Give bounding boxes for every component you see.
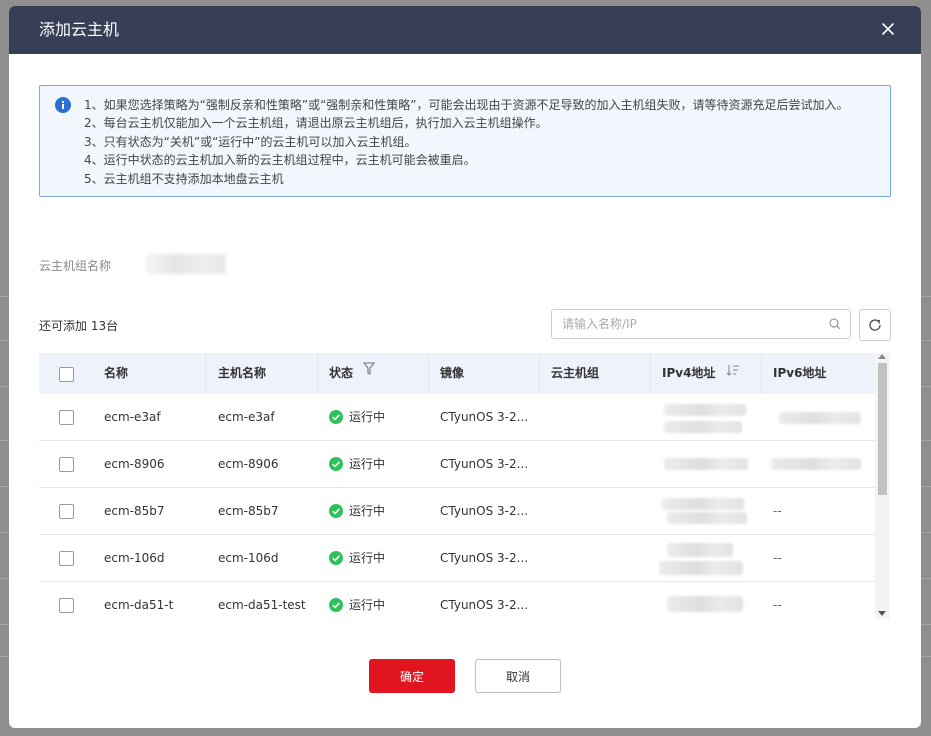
cell-ipv6: -- <box>773 504 782 518</box>
table-row[interactable]: ecm-8906 ecm-8906 运行中 CTyunOS 3-2... <box>39 441 875 488</box>
notice-line: 5、云主机组不支持添加本地盘云主机 <box>84 171 284 186</box>
dialog-header: 添加云主机 <box>9 6 921 54</box>
status-text: 运行中 <box>349 504 386 518</box>
cell-image: CTyunOS 3-2... <box>440 457 529 471</box>
cancel-button[interactable]: 取消 <box>475 659 561 693</box>
row-checkbox[interactable] <box>59 504 74 519</box>
ipv4-redacted <box>664 421 742 433</box>
search-icon[interactable] <box>829 318 841 330</box>
table-row[interactable]: ecm-85b7 ecm-85b7 运行中 CTyunOS 3-2... -- <box>39 488 875 535</box>
group-name-label: 云主机组名称 <box>39 259 112 273</box>
cell-image: CTyunOS 3-2... <box>440 598 529 612</box>
dialog-title: 添加云主机 <box>39 20 120 39</box>
ipv6-redacted <box>779 412 861 424</box>
cell-hostname: ecm-e3af <box>218 410 275 424</box>
ipv4-redacted <box>664 458 748 470</box>
cell-name: ecm-85b7 <box>104 504 165 518</box>
table-row[interactable]: ecm-da51-t ecm-da51-test 运行中 CTyunOS 3-2… <box>39 582 875 619</box>
group-name-value-redacted <box>146 254 226 274</box>
filter-icon[interactable] <box>363 353 376 393</box>
running-status-icon <box>329 550 343 565</box>
notice-line: 4、运行中状态的云主机加入新的云主机组过程中，云主机可能会被重启。 <box>84 153 476 168</box>
status-text: 运行中 <box>349 457 386 471</box>
column-hostname: 主机名称 <box>218 366 267 380</box>
notice-list: 1、如果您选择策略为“强制反亲和性策略”或“强制亲和性策略”，可能会出现由于资源… <box>84 96 849 188</box>
info-icon <box>55 97 71 113</box>
column-status: 状态 <box>329 353 376 394</box>
column-ipv6: IPv6地址 <box>773 366 827 380</box>
status-text: 运行中 <box>349 410 386 424</box>
sort-icon[interactable] <box>726 353 740 393</box>
ipv4-redacted <box>659 561 743 575</box>
row-checkbox[interactable] <box>59 457 74 472</box>
cell-image: CTyunOS 3-2... <box>440 504 529 518</box>
remaining-count: 还可添加 13台 <box>39 319 119 333</box>
table-scrollbar[interactable] <box>875 353 890 619</box>
cell-status: 运行中 <box>329 582 385 619</box>
status-text: 运行中 <box>349 598 386 612</box>
column-name: 名称 <box>104 366 129 380</box>
instance-table: 名称 主机名称 状态 镜像 云主机组 IPv4地址 IPv6地址 ecm-e3a… <box>39 353 890 619</box>
refresh-icon <box>869 319 881 331</box>
row-checkbox[interactable] <box>59 598 74 613</box>
cell-status: 运行中 <box>329 535 385 581</box>
ipv4-redacted <box>667 512 747 524</box>
row-checkbox[interactable] <box>59 551 74 566</box>
ipv4-redacted <box>662 498 744 510</box>
cell-hostname: ecm-8906 <box>218 457 279 471</box>
cell-ipv6: -- <box>773 551 782 565</box>
add-instance-dialog: 添加云主机 1、如果您选择策略为“强制反亲和性策略”或“强制亲和性策略”，可能会… <box>9 6 921 728</box>
row-checkbox[interactable] <box>59 410 74 425</box>
cell-ipv6: -- <box>773 598 782 612</box>
refresh-button[interactable] <box>859 309 891 341</box>
running-status-icon <box>329 597 343 612</box>
cell-name: ecm-da51-t <box>104 598 174 612</box>
cell-name: ecm-106d <box>104 551 165 565</box>
notice-line: 1、如果您选择策略为“强制反亲和性策略”或“强制亲和性策略”，可能会出现由于资源… <box>84 98 849 112</box>
scroll-up-arrow[interactable] <box>878 354 886 359</box>
search-box <box>551 309 851 339</box>
running-status-icon <box>329 503 343 518</box>
ipv4-redacted <box>664 404 746 416</box>
ipv6-redacted <box>771 458 861 470</box>
running-status-icon <box>329 456 343 471</box>
cell-image: CTyunOS 3-2... <box>440 551 529 565</box>
notice-line: 2、每台云主机仅能加入一个云主机组，请退出原云主机组后，执行加入云主机组操作。 <box>84 116 548 131</box>
confirm-button[interactable]: 确定 <box>369 659 455 693</box>
cell-status: 运行中 <box>329 441 385 487</box>
cell-name: ecm-8906 <box>104 457 165 471</box>
cell-status: 运行中 <box>329 394 385 440</box>
cell-image: CTyunOS 3-2... <box>440 410 529 424</box>
table-row[interactable]: ecm-e3af ecm-e3af 运行中 CTyunOS 3-2... <box>39 394 875 441</box>
column-ipv4: IPv4地址 <box>662 353 740 394</box>
column-image: 镜像 <box>440 366 465 380</box>
cell-hostname: ecm-85b7 <box>218 504 279 518</box>
scroll-down-arrow[interactable] <box>878 611 886 616</box>
scroll-thumb[interactable] <box>878 363 887 495</box>
close-icon[interactable] <box>877 18 899 40</box>
cell-hostname: ecm-106d <box>218 551 279 565</box>
ipv4-redacted <box>667 596 743 612</box>
table-row[interactable]: ecm-106d ecm-106d 运行中 CTyunOS 3-2... -- <box>39 535 875 582</box>
column-group: 云主机组 <box>551 366 600 380</box>
search-input[interactable] <box>562 310 817 338</box>
select-all-checkbox[interactable] <box>59 367 74 382</box>
cell-status: 运行中 <box>329 488 385 534</box>
cell-hostname: ecm-da51-test <box>218 598 306 612</box>
notice-box: 1、如果您选择策略为“强制反亲和性策略”或“强制亲和性策略”，可能会出现由于资源… <box>39 85 891 197</box>
table-header: 名称 主机名称 状态 镜像 云主机组 IPv4地址 IPv6地址 <box>39 353 875 394</box>
notice-line: 3、只有状态为“关机”或“运行中”的云主机可以加入云主机组。 <box>84 134 417 149</box>
cell-name: ecm-e3af <box>104 410 161 424</box>
column-status-label: 状态 <box>329 366 354 380</box>
running-status-icon <box>329 409 343 424</box>
status-text: 运行中 <box>349 551 386 565</box>
ipv4-redacted <box>667 543 733 557</box>
column-ipv4-label: IPv4地址 <box>662 366 716 380</box>
